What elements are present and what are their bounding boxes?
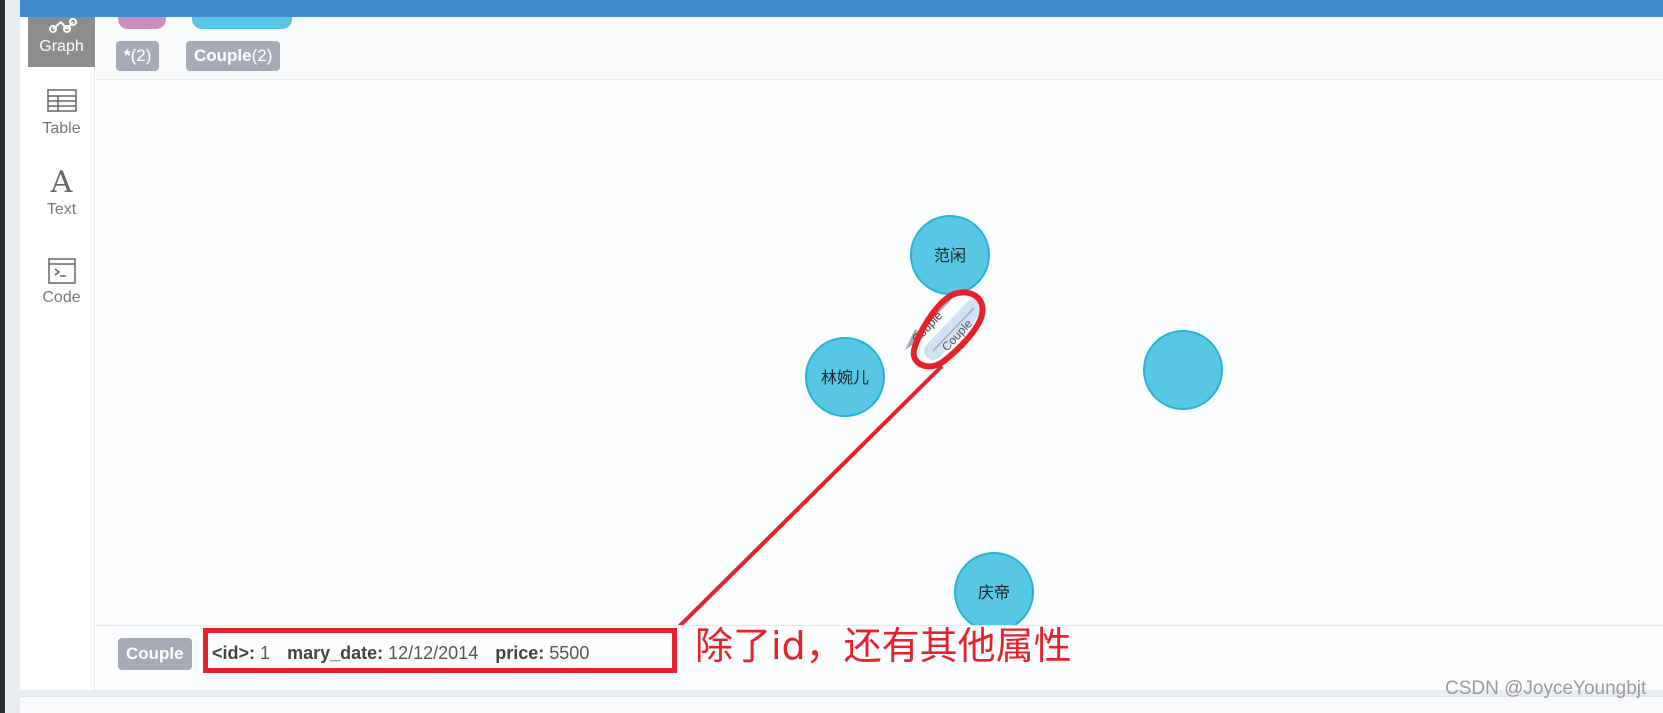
code-icon [47, 258, 76, 284]
sidebar-item-graph[interactable]: Graph [28, 17, 95, 67]
window-edge [0, 0, 5, 713]
graph-icon [48, 18, 77, 33]
sidebar-item-label: Graph [39, 38, 84, 55]
text-icon: A [50, 165, 73, 200]
legend-couple-relationship[interactable]: Couple(2) [186, 41, 281, 71]
watermark: CSDN @JoyceYoungbjt [1445, 678, 1647, 699]
view-sidebar: Graph Table A Text Code [20, 17, 95, 690]
node-label: 范闲 [934, 246, 966, 265]
top-bar [20, 0, 1663, 17]
graph-node[interactable] [1143, 330, 1223, 410]
inspector-relationship-tag[interactable]: Couple [118, 638, 192, 670]
graph-node[interactable]: 林婉儿 [805, 337, 885, 417]
sidebar-item-text[interactable]: A Text [28, 167, 95, 237]
legend-all-relationships[interactable]: *(2) [116, 41, 160, 71]
sidebar-item-code[interactable]: Code [28, 255, 95, 325]
sidebar-item-label: Text [46, 201, 77, 218]
annotation-marker [677, 289, 986, 625]
next-result-frame [20, 696, 1663, 713]
sidebar-item-label: Table [42, 120, 81, 137]
legend-header: *(2) Couple(2) [96, 17, 1663, 80]
graph-canvas[interactable]: Couple Couple 范闲 林婉儿 庆帝 [96, 80, 1663, 625]
node-label: 庆帝 [978, 583, 1010, 602]
graph-node[interactable]: 范闲 [910, 215, 990, 295]
annotation-box [203, 628, 677, 673]
node-label-pill-partial[interactable] [192, 17, 292, 29]
node-label-pill-partial[interactable] [118, 17, 166, 29]
node-label: 林婉儿 [821, 368, 869, 387]
sidebar-item-label: Code [42, 289, 81, 306]
table-icon [46, 89, 77, 112]
annotation-text: 除了id，还有其他属性 [695, 624, 1072, 668]
sidebar-item-table[interactable]: Table [28, 85, 95, 153]
